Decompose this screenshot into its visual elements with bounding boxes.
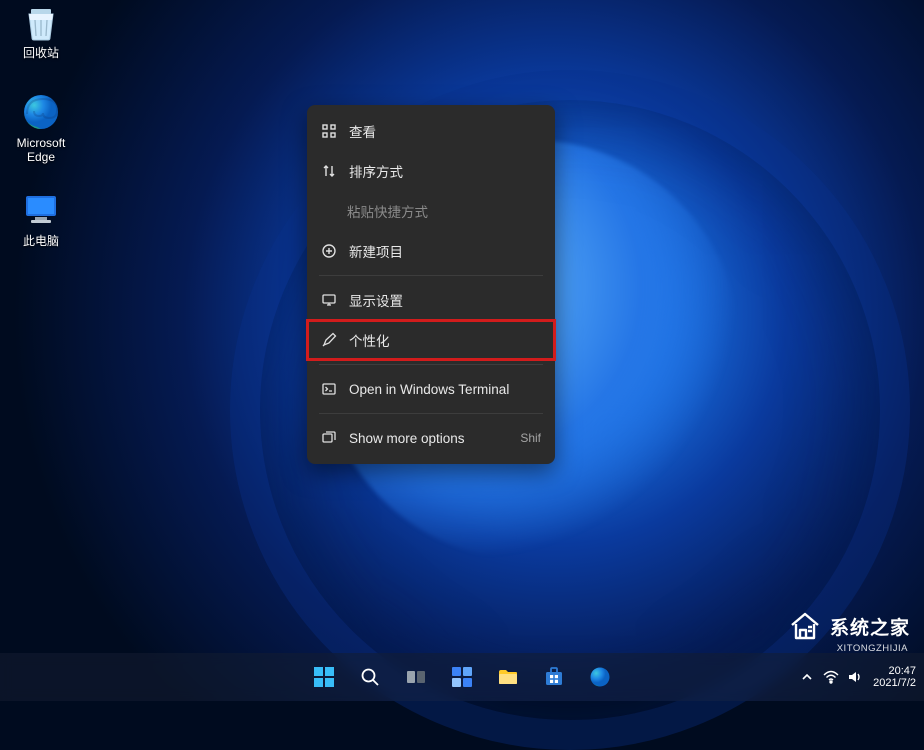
desktop-icon-recycle-bin[interactable]: 回收站: [4, 2, 78, 60]
menu-separator: [319, 275, 543, 276]
start-button[interactable]: [304, 657, 344, 697]
menu-item-new[interactable]: 新建项目: [307, 231, 555, 271]
tray-overflow-button[interactable]: [801, 671, 813, 683]
menu-item-label: 新建项目: [349, 241, 541, 261]
desktop-icon-edge[interactable]: Microsoft Edge: [4, 92, 78, 165]
desktop-context-menu: 查看 排序方式 粘贴快捷方式 新建项目: [307, 105, 555, 464]
personalize-icon: [321, 333, 337, 347]
menu-item-personalize[interactable]: 个性化: [307, 320, 555, 360]
volume-icon[interactable]: [847, 669, 863, 685]
menu-item-view[interactable]: 查看: [307, 111, 555, 151]
new-icon: [321, 244, 337, 258]
menu-item-display-settings[interactable]: 显示设置: [307, 280, 555, 320]
edge-taskbar-button[interactable]: [580, 657, 620, 697]
menu-item-label: 排序方式: [349, 161, 541, 181]
desktop-icon-this-pc[interactable]: 此电脑: [4, 190, 78, 248]
more-options-icon: [321, 431, 337, 445]
watermark-subtext: XITONGZHIJIA: [837, 643, 908, 654]
tray-date: 2021/7/2: [873, 677, 916, 689]
menu-item-label: 个性化: [349, 330, 541, 350]
system-tray: 20:47 2021/7/2: [801, 653, 916, 701]
widgets-button[interactable]: [442, 657, 482, 697]
menu-item-label: Show more options: [349, 431, 508, 446]
monitor-icon: [21, 190, 61, 230]
tray-time: 20:47: [873, 665, 916, 677]
tray-clock[interactable]: 20:47 2021/7/2: [873, 665, 916, 689]
menu-item-label: 查看: [349, 121, 541, 141]
menu-item-sort[interactable]: 排序方式: [307, 151, 555, 191]
menu-separator: [319, 413, 543, 414]
desktop-icon-label: Microsoft Edge: [4, 136, 78, 165]
watermark: 系统之家 XITONGZHIJIA: [788, 609, 910, 643]
display-icon: [321, 293, 337, 307]
menu-item-label: Open in Windows Terminal: [349, 382, 541, 397]
menu-separator: [319, 364, 543, 365]
terminal-icon: [321, 382, 337, 396]
taskbar-center: [304, 657, 620, 697]
network-icon[interactable]: [823, 669, 839, 685]
menu-item-open-terminal[interactable]: Open in Windows Terminal: [307, 369, 555, 409]
taskbar: 20:47 2021/7/2: [0, 653, 924, 701]
menu-item-shortcut: Shif: [520, 431, 541, 445]
menu-item-show-more[interactable]: Show more options Shif: [307, 418, 555, 458]
edge-icon: [21, 92, 61, 132]
task-view-button[interactable]: [396, 657, 436, 697]
desktop-icon-label: 回收站: [23, 46, 59, 60]
menu-item-paste-shortcut: 粘贴快捷方式: [307, 191, 555, 231]
search-button[interactable]: [350, 657, 390, 697]
file-explorer-button[interactable]: [488, 657, 528, 697]
menu-item-label: 粘贴快捷方式: [347, 201, 541, 221]
recycle-bin-icon: [21, 2, 61, 42]
desktop[interactable]: 回收站 Microsoft Edge: [0, 0, 924, 701]
view-icon: [321, 124, 337, 138]
watermark-logo-icon: [788, 609, 822, 643]
watermark-brand: 系统之家: [830, 613, 910, 640]
menu-item-label: 显示设置: [349, 290, 541, 310]
sort-icon: [321, 164, 337, 178]
microsoft-store-button[interactable]: [534, 657, 574, 697]
desktop-icon-label: 此电脑: [23, 234, 59, 248]
